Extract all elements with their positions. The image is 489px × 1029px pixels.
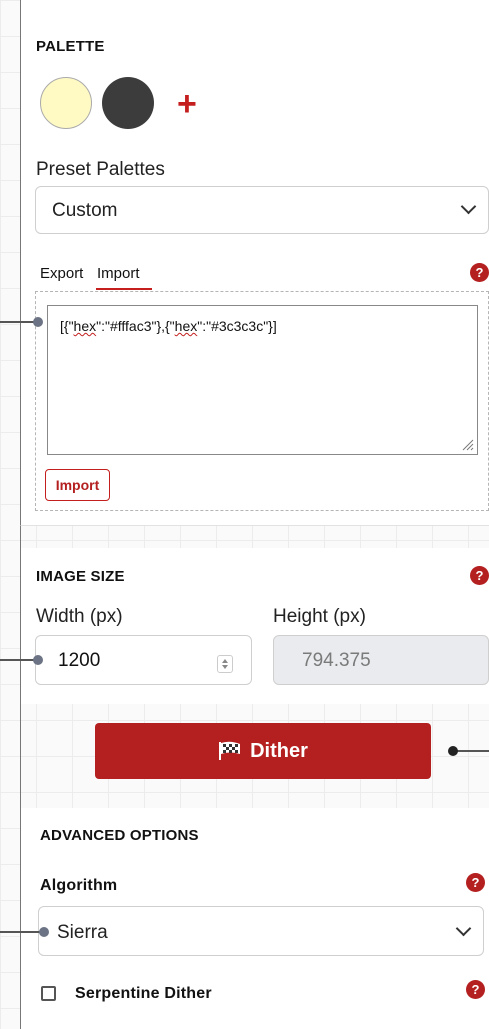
- import-text-part: ":"#fffac3"},{": [96, 318, 175, 334]
- algorithm-value: Sierra: [57, 922, 108, 943]
- palette-help-icon[interactable]: ?: [470, 263, 489, 282]
- preset-palettes-value: Custom: [52, 200, 118, 221]
- spinner-icon[interactable]: [217, 655, 233, 673]
- height-label: Height (px): [273, 606, 366, 627]
- serpentine-checkbox[interactable]: [41, 986, 56, 1001]
- algorithm-select[interactable]: Sierra: [38, 906, 484, 956]
- callout-dot-import: [33, 317, 43, 327]
- import-text-part: hex: [73, 318, 97, 334]
- preset-palettes-label: Preset Palettes: [36, 159, 165, 180]
- chevron-down-icon: [460, 198, 477, 215]
- width-label: Width (px): [36, 606, 123, 627]
- checkered-flag-icon: [219, 741, 241, 760]
- dither-button[interactable]: Dither: [95, 723, 431, 779]
- callout-dot-dither: [448, 746, 458, 756]
- swatch-light-yellow[interactable]: [40, 77, 92, 129]
- tab-import[interactable]: Import: [97, 265, 140, 282]
- serpentine-label: Serpentine Dither: [75, 985, 212, 1002]
- import-button[interactable]: Import: [45, 469, 110, 501]
- serpentine-help-icon[interactable]: ?: [466, 980, 485, 999]
- height-input: 794.375: [273, 635, 489, 685]
- image-size-help-icon[interactable]: ?: [470, 566, 489, 585]
- resize-handle-icon[interactable]: [460, 437, 474, 451]
- import-text-part: ":"#3c3c3c"}]: [197, 318, 277, 334]
- palette-heading: PALETTE: [36, 38, 105, 55]
- import-text-part: hex: [174, 318, 198, 334]
- swatch-dark-gray[interactable]: [102, 77, 154, 129]
- preset-palettes-select[interactable]: Custom: [35, 186, 489, 234]
- algorithm-help-icon[interactable]: ?: [466, 873, 485, 892]
- import-text-part: [{": [60, 318, 74, 334]
- width-input[interactable]: 1200: [35, 635, 252, 685]
- advanced-options-heading: ADVANCED OPTIONS: [40, 827, 199, 844]
- algorithm-label: Algorithm: [40, 877, 118, 894]
- image-size-heading: IMAGE SIZE: [36, 568, 125, 585]
- dither-label: Dither: [250, 739, 308, 762]
- chevron-down-icon: [455, 920, 472, 937]
- tab-export[interactable]: Export: [40, 265, 83, 282]
- callout-line-algorithm: [0, 931, 44, 933]
- height-value: 794.375: [302, 650, 371, 671]
- callout-dot-width: [33, 655, 43, 665]
- callout-dot-algorithm: [39, 927, 49, 937]
- add-color-button[interactable]: +: [177, 87, 197, 121]
- width-value: 1200: [58, 650, 101, 671]
- tab-import-underline: [96, 288, 152, 290]
- import-textarea[interactable]: [{"hex":"#fffac3"},{"hex":"#3c3c3c"}]: [47, 305, 478, 455]
